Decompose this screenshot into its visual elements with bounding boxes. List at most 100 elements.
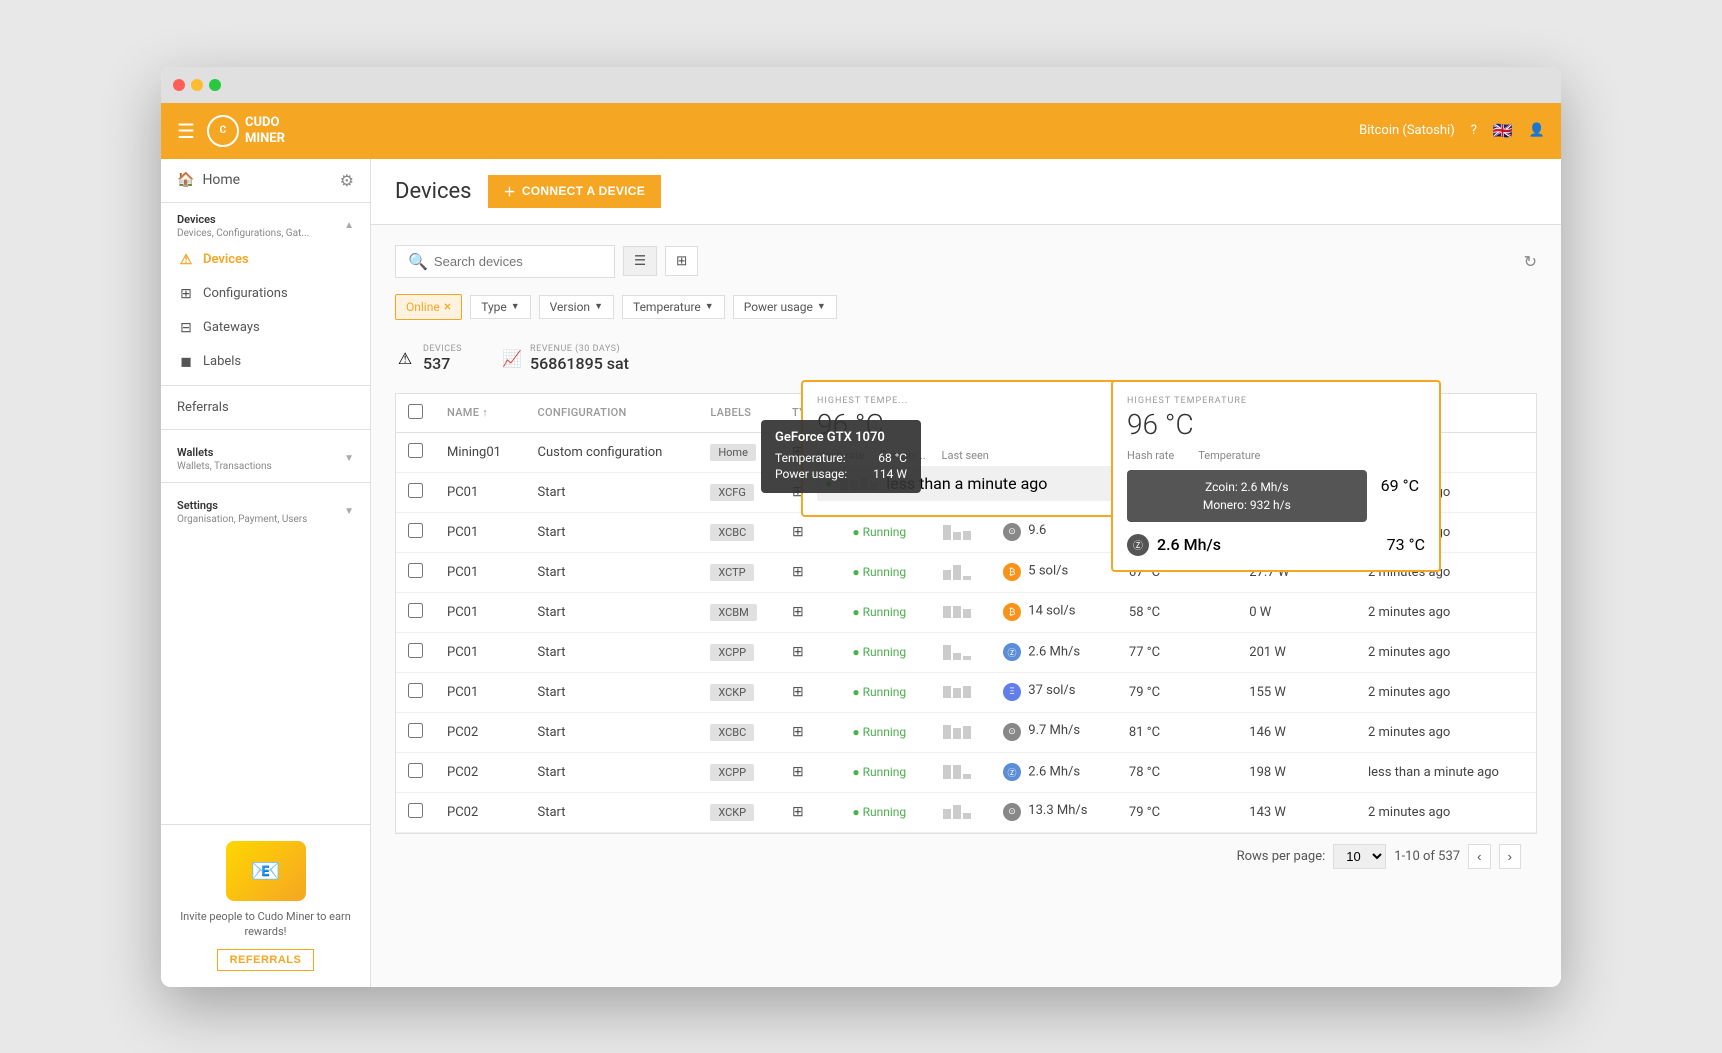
sidebar-bottom: 📧 Invite people to Cudo Miner to earn re… [161,824,370,987]
panel-right-zcoin: Zcoin: 2.6 Mh/s [1137,480,1357,494]
col-labels[interactable]: Labels [698,394,780,433]
devices-section-sub: Devices, Configurations, Gat... [177,228,309,239]
collapse-icon[interactable]: ▲ [344,220,354,231]
row-config: Custom configuration [526,432,699,472]
list-view-button[interactable]: ☰ [623,246,657,276]
panel-right-coin-icon: Ⓩ [1127,534,1149,556]
currency-label[interactable]: Bitcoin (Satoshi) [1359,123,1455,138]
power-chevron-icon: ▼ [817,301,826,312]
sidebar-home[interactable]: 🏠 Home ⚙ [161,159,370,203]
flag-icon[interactable]: 🇬🇧 [1493,121,1513,140]
menu-icon[interactable]: ☰ [177,119,195,143]
topbar: ☰ C CUDOMINER Bitcoin (Satoshi) ? 🇬🇧 👤 [161,103,1561,159]
refresh-icon[interactable]: ↻ [1524,252,1537,271]
minimize-btn[interactable] [191,79,203,91]
row-checkbox[interactable] [408,803,423,818]
type-filter[interactable]: Type ▼ [470,295,530,319]
row-checkbox[interactable] [408,643,423,658]
maximize-btn[interactable] [209,79,221,91]
wallets-expand-icon[interactable]: ▼ [344,453,354,464]
panel-right-hash-val: 2.6 Mh/s [1157,535,1221,554]
power-filter[interactable]: Power usage ▼ [733,295,837,319]
panel-right-temp1-val: 69 °C [1381,476,1419,495]
row-checkbox[interactable] [408,443,423,458]
sidebar-divider-3 [161,482,370,483]
grid-view-button[interactable]: ⊞ [665,246,698,276]
panel-right-hash-box: Zcoin: 2.6 Mh/s Monero: 932 h/s [1127,470,1367,522]
row-config: Start [526,472,699,512]
prev-page-button[interactable]: ‹ [1468,844,1490,869]
row-type: ⊞ [780,592,840,632]
panel-left-status: ● [825,476,832,490]
close-btn[interactable] [173,79,185,91]
revenue-stat-value: 56861895 sat [530,354,629,373]
home-icon: 🏠 [177,172,194,188]
temperature-chevron-icon: ▼ [705,301,714,312]
user-icon[interactable]: 👤 [1529,123,1545,138]
row-label: XCKP [698,792,780,832]
settings-icon[interactable]: ⚙ [340,171,354,190]
content-header: Devices ＋ CONNECT A DEVICE [371,159,1561,225]
rows-per-page-label: Rows per page: [1237,849,1326,864]
table-row: PC01 Start XCPP ⊞ ● Running Ⓩ 2.6 Mh/s 7… [396,632,1536,672]
row-name: PC01 [435,552,526,592]
search-box[interactable]: 🔍 [395,245,615,278]
panel-right-overlay: HIGHEST TEMPERATURE 96 °C Hash rate Temp… [1111,380,1441,572]
panel-left-temp-label: HIGHEST TEMPE... [817,396,1115,406]
type-filter-label: Type [481,300,507,314]
row-config: Start [526,712,699,752]
panel-right-temp-label: HIGHEST TEMPERATURE [1127,396,1425,406]
row-checkbox[interactable] [408,563,423,578]
row-config: Start [526,512,699,552]
temperature-filter[interactable]: Temperature ▼ [622,295,725,319]
row-hashrate: Ⓩ 2.6 Mh/s [991,632,1117,672]
row-hashrate: ₿ 14 sol/s [991,592,1117,632]
row-gpu-bars [931,752,991,792]
panel-left-hash-label: Hash rate [817,449,864,462]
referrals-label: Referrals [177,400,229,415]
row-type: ⊞ [780,632,840,672]
search-input[interactable] [434,254,602,269]
referrals-button[interactable]: REFERRALS [217,949,315,971]
row-label: Home [698,432,780,472]
row-checkbox[interactable] [408,683,423,698]
table-row: PC01 Start XCBM ⊞ ● Running ₿ 14 sol/s 5… [396,592,1536,632]
row-checkbox[interactable] [408,763,423,778]
next-page-button[interactable]: › [1499,844,1521,869]
online-filter-chip[interactable]: Online × [395,294,462,320]
rows-per-page-select[interactable]: 10 25 50 [1333,844,1386,869]
sidebar-item-labels[interactable]: ◼ Labels [161,345,370,379]
sidebar-item-gateways[interactable]: ⊟ Gateways [161,311,370,345]
sidebar-item-devices[interactable]: ⚠ Devices [161,243,370,277]
connect-device-button[interactable]: ＋ CONNECT A DEVICE [488,175,662,208]
row-name: PC02 [435,712,526,752]
sidebar-item-configurations-label: Configurations [203,286,288,301]
content-body: 🔍 ☰ ⊞ ↻ Online × Typ [371,225,1561,899]
sidebar-item-referrals[interactable]: Referrals [161,392,370,423]
panel-left-lastseen-label: Last seen [942,449,989,462]
row-checkbox[interactable] [408,603,423,618]
col-name[interactable]: Name ↑ [435,394,526,433]
row-temperature: 78 °C [1117,752,1237,792]
devices-stat-value: 537 [423,354,462,373]
settings-sub: Organisation, Payment, Users [177,514,307,525]
settings-expand-icon[interactable]: ▼ [344,506,354,517]
row-label: XCTP [698,552,780,592]
referral-text: Invite people to Cudo Miner to earn rewa… [177,909,354,940]
online-chip-close[interactable]: × [444,299,451,315]
row-checkbox[interactable] [408,723,423,738]
row-checkbox[interactable] [408,523,423,538]
settings-section: Settings Organisation, Payment, Users ▼ [161,489,370,529]
wallets-section: Wallets Wallets, Transactions ▼ [161,436,370,476]
panel-right-temp2: 73 °C [1387,535,1425,554]
panel-left-temp-val: 96 °C [817,408,1115,441]
sidebar-item-configurations[interactable]: ⊞ Configurations [161,277,370,311]
row-checkbox[interactable] [408,483,423,498]
help-icon[interactable]: ? [1471,123,1477,138]
wallets-title: Wallets [177,446,272,459]
row-power: 146 W [1237,712,1356,752]
row-gpu-bars [931,592,991,632]
col-configuration[interactable]: Configuration [526,394,699,433]
select-all-checkbox[interactable] [408,404,423,419]
version-filter[interactable]: Version ▼ [539,295,614,319]
